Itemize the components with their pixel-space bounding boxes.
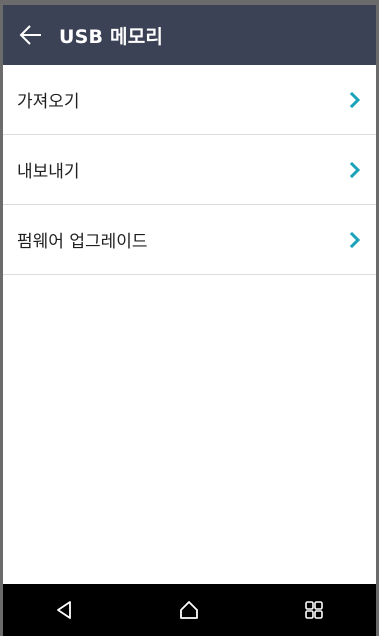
back-button[interactable] xyxy=(3,5,59,65)
system-nav-bar xyxy=(3,584,376,636)
back-triangle-icon xyxy=(57,601,72,619)
chevron-right-icon xyxy=(348,91,362,109)
home-icon xyxy=(180,601,199,619)
menu-item-label: 가져오기 xyxy=(17,92,80,112)
arrow-left-icon xyxy=(19,25,41,45)
chevron-right-icon xyxy=(348,231,362,249)
chevron-right-icon xyxy=(348,161,362,179)
menu-list: 가져오기 내보내기 펌웨어 업그레이드 xyxy=(3,65,376,275)
app-bar: USB 메모리 xyxy=(3,5,376,65)
menu-item-label: 펌웨어 업그레이드 xyxy=(17,232,148,252)
recent-apps-icon xyxy=(305,601,323,619)
nav-recent-apps-button[interactable] xyxy=(284,584,344,636)
menu-item-import[interactable]: 가져오기 xyxy=(3,65,376,135)
nav-home-button[interactable] xyxy=(159,584,219,636)
menu-item-export[interactable]: 내보내기 xyxy=(3,135,376,205)
menu-item-label: 내보내기 xyxy=(17,162,80,182)
nav-back-button[interactable] xyxy=(35,584,95,636)
menu-item-firmware-upgrade[interactable]: 펌웨어 업그레이드 xyxy=(3,205,376,275)
page-title: USB 메모리 xyxy=(59,25,164,48)
